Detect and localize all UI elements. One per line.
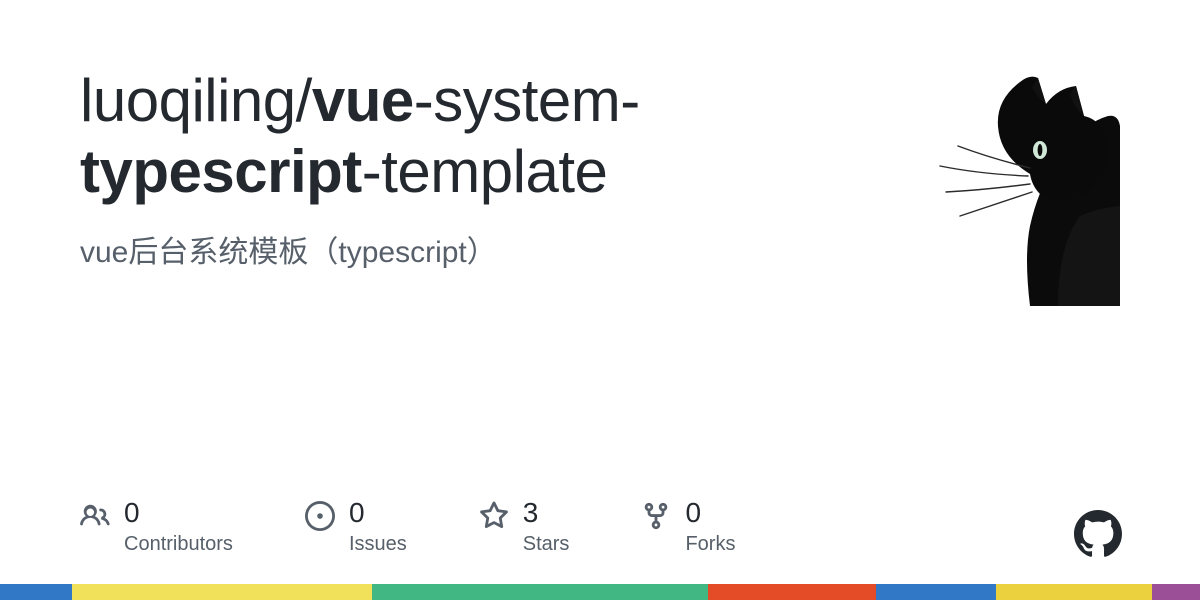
header-row: luoqiling/vue-system-typescript-template… xyxy=(80,66,1120,306)
issues-count: 0 xyxy=(349,499,407,527)
language-segment xyxy=(708,584,876,600)
stat-stars: 3 Stars xyxy=(479,499,570,556)
star-icon xyxy=(479,501,509,531)
forks-label: Forks xyxy=(685,533,735,556)
stars-label: Stars xyxy=(523,533,570,556)
language-segment xyxy=(372,584,708,600)
title-block: luoqiling/vue-system-typescript-template… xyxy=(80,66,840,274)
people-icon xyxy=(80,501,110,531)
language-usage-bar xyxy=(0,584,1200,600)
repo-owner: luoqiling xyxy=(80,67,296,134)
stat-text: 3 Stars xyxy=(523,499,570,556)
slash: / xyxy=(296,67,312,134)
owner-avatar xyxy=(880,66,1120,306)
github-mark-icon xyxy=(1074,510,1122,558)
language-segment xyxy=(996,584,1152,600)
issues-label: Issues xyxy=(349,533,407,556)
stat-contributors: 0 Contributors xyxy=(80,499,233,556)
stat-text: 0 Forks xyxy=(685,499,735,556)
language-segment xyxy=(1152,584,1200,600)
stars-count: 3 xyxy=(523,499,570,527)
language-segment xyxy=(876,584,996,600)
stat-issues: 0 Issues xyxy=(305,499,407,556)
contributors-count: 0 xyxy=(124,499,233,527)
repo-social-card: luoqiling/vue-system-typescript-template… xyxy=(0,0,1200,600)
stats-row: 0 Contributors 0 Issues 3 Stars xyxy=(80,499,735,556)
forks-count: 0 xyxy=(685,499,735,527)
issue-opened-icon xyxy=(305,501,335,531)
stat-text: 0 Issues xyxy=(349,499,407,556)
language-segment xyxy=(72,584,372,600)
contributors-label: Contributors xyxy=(124,533,233,556)
repo-forked-icon xyxy=(641,501,671,531)
stat-text: 0 Contributors xyxy=(124,499,233,556)
language-segment xyxy=(0,584,72,600)
repo-title: luoqiling/vue-system-typescript-template xyxy=(80,66,840,208)
stat-forks: 0 Forks xyxy=(641,499,735,556)
repo-description: vue后台系统模板（typescript） xyxy=(80,232,840,274)
